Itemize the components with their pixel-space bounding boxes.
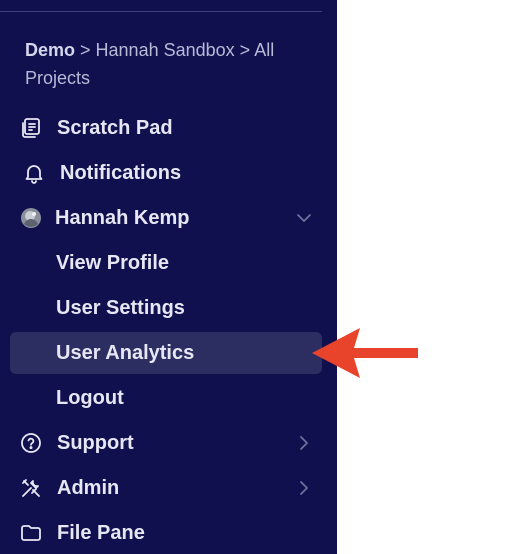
chevron-right-icon[interactable] (294, 433, 314, 453)
page: Demo > Hannah Sandbox > All Projects Scr… (0, 0, 516, 554)
chevron-down-icon[interactable] (294, 208, 314, 228)
help-circle-icon (19, 431, 43, 455)
avatar (19, 206, 43, 230)
bell-icon (22, 161, 46, 185)
breadcrumb-sandbox[interactable]: Hannah Sandbox (96, 40, 235, 60)
tools-icon (19, 476, 43, 500)
folder-icon (19, 521, 43, 545)
sidebar-item-user-analytics[interactable]: User Analytics (10, 332, 322, 374)
breadcrumb-separator: > (75, 40, 96, 60)
sidebar-item-label: Admin (57, 477, 120, 499)
sidebar: Demo > Hannah Sandbox > All Projects Scr… (0, 0, 337, 554)
breadcrumb-workspace[interactable]: Demo (25, 40, 75, 60)
sidebar-item-label: File Pane (57, 522, 145, 544)
annotation-arrow-icon (312, 328, 418, 378)
sidebar-item-file-pane[interactable]: File Pane (10, 512, 322, 554)
sidebar-item-notifications[interactable]: Notifications (10, 152, 322, 194)
sidebar-item-user[interactable]: Hannah Kemp (10, 197, 322, 239)
sidebar-item-label: Support (57, 432, 134, 454)
sidebar-item-scratch-pad[interactable]: Scratch Pad (10, 107, 322, 149)
sidebar-item-view-profile[interactable]: View Profile (10, 242, 322, 284)
sidebar-item-admin[interactable]: Admin (10, 467, 322, 509)
chevron-right-icon[interactable] (294, 478, 314, 498)
scratch-pad-icon (19, 116, 43, 140)
sidebar-item-label: Logout (56, 387, 124, 409)
sidebar-item-label: User Analytics (56, 342, 195, 364)
sidebar-item-support[interactable]: Support (10, 422, 322, 464)
breadcrumb: Demo > Hannah Sandbox > All Projects (25, 36, 315, 92)
divider (0, 11, 322, 12)
sidebar-item-label: View Profile (56, 252, 170, 274)
sidebar-item-label: Notifications (60, 162, 182, 184)
sidebar-item-logout[interactable]: Logout (10, 377, 322, 419)
breadcrumb-separator: > (234, 40, 255, 60)
sidebar-item-label: Scratch Pad (57, 117, 173, 139)
sidebar-item-label: User Settings (56, 297, 185, 319)
sidebar-item-user-settings[interactable]: User Settings (10, 287, 322, 329)
sidebar-item-label: Hannah Kemp (55, 207, 190, 229)
